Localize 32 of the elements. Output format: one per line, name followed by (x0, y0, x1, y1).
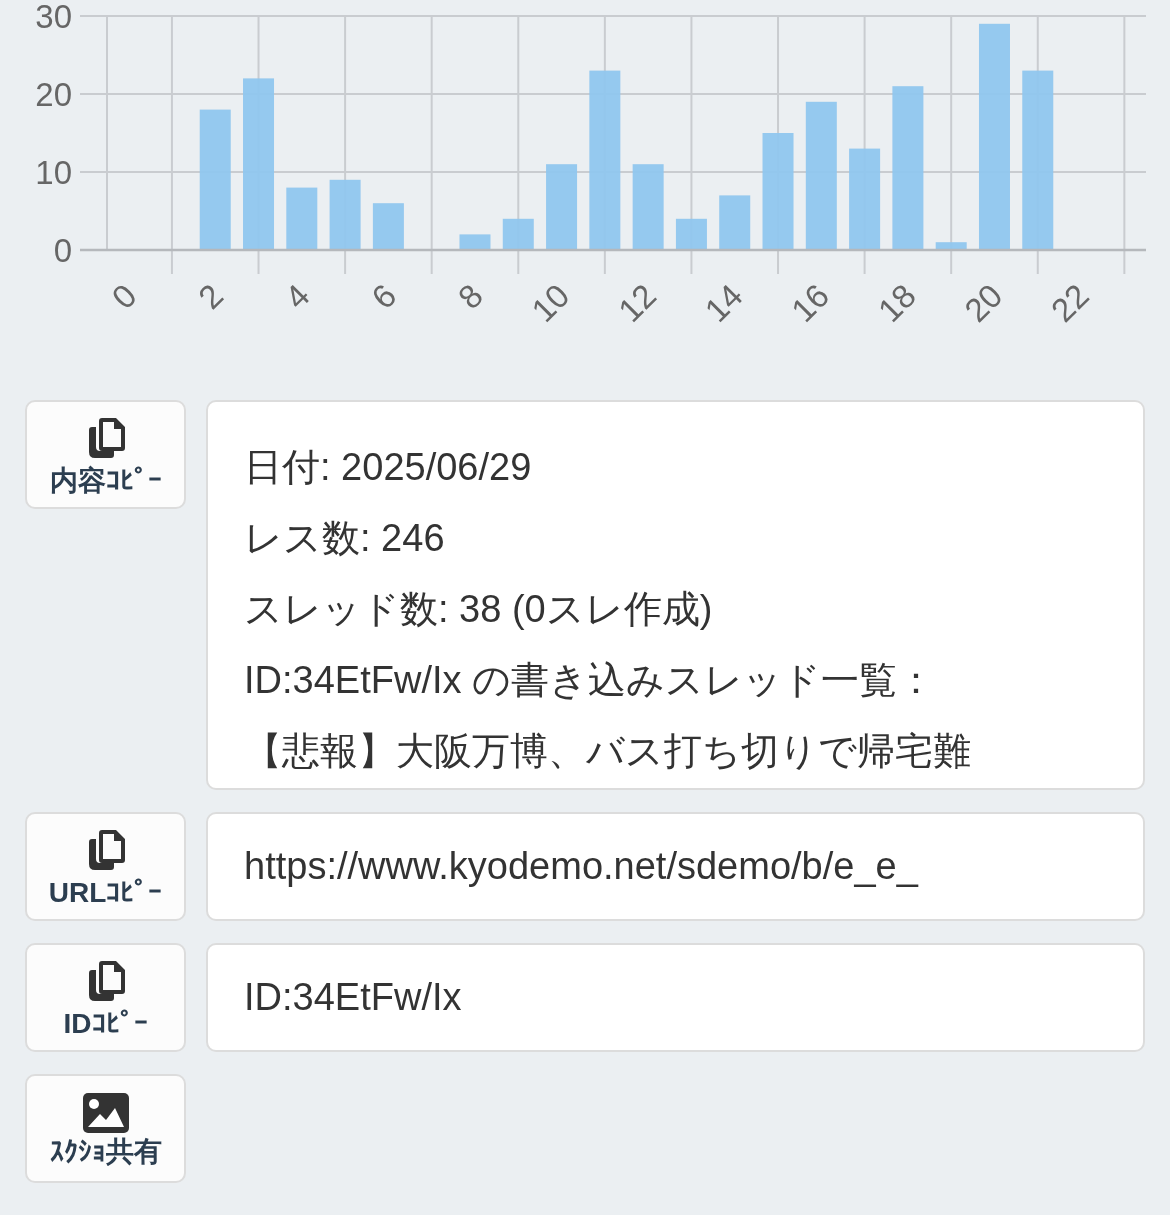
text-area[interactable]: 日付: 2025/06/29 レス数: 246 スレッド数: 38 (0スレ作成) ID:34EtFw/Ix の書き込みスレッド一覧： 【悲報】大阪万博、バス打ち切りで帰宅難 (206, 400, 1145, 790)
input-field[interactable]: ID:34EtFw/Ix (206, 943, 1145, 1052)
bar (719, 195, 751, 250)
x-tick-label: 10 (524, 276, 577, 329)
x-tick-label: 0 (104, 276, 144, 316)
copy-button[interactable]: URLｺﾋﾟｰ (25, 812, 186, 921)
x-tick-label: 20 (957, 276, 1010, 329)
bar (675, 218, 707, 250)
input-field[interactable]: https://www.kyodemo.net/sdemo/b/e_e_ (206, 812, 1145, 921)
x-tick-label: 22 (1043, 276, 1096, 329)
x-tick-label: 18 (870, 276, 923, 329)
x-tick-label: 2 (191, 276, 231, 316)
y-tick-label: 20 (35, 76, 72, 113)
bar (329, 179, 361, 250)
x-tick-label: 12 (610, 276, 664, 329)
bar (459, 234, 491, 250)
y-tick-label: 30 (35, 0, 72, 35)
bar (372, 203, 404, 250)
copy-button[interactable]: 内容ｺﾋﾟｰ (25, 400, 186, 509)
y-tick-label: 10 (35, 154, 72, 191)
bar (502, 218, 534, 250)
y-tick-label: 0 (53, 232, 72, 269)
bar (286, 187, 318, 250)
bar (935, 242, 967, 250)
image-icon (81, 1091, 130, 1134)
x-tick-label: 4 (277, 276, 317, 316)
x-tick-label: 6 (364, 276, 404, 316)
screenshot-share-button[interactable]: ｽｸｼｮ共有 (25, 1074, 186, 1183)
copy-button[interactable]: IDｺﾋﾟｰ (25, 943, 186, 1052)
x-tick-label: 14 (697, 276, 750, 329)
x-tick-label: 8 (450, 276, 490, 316)
x-tick-label: 16 (784, 276, 837, 329)
